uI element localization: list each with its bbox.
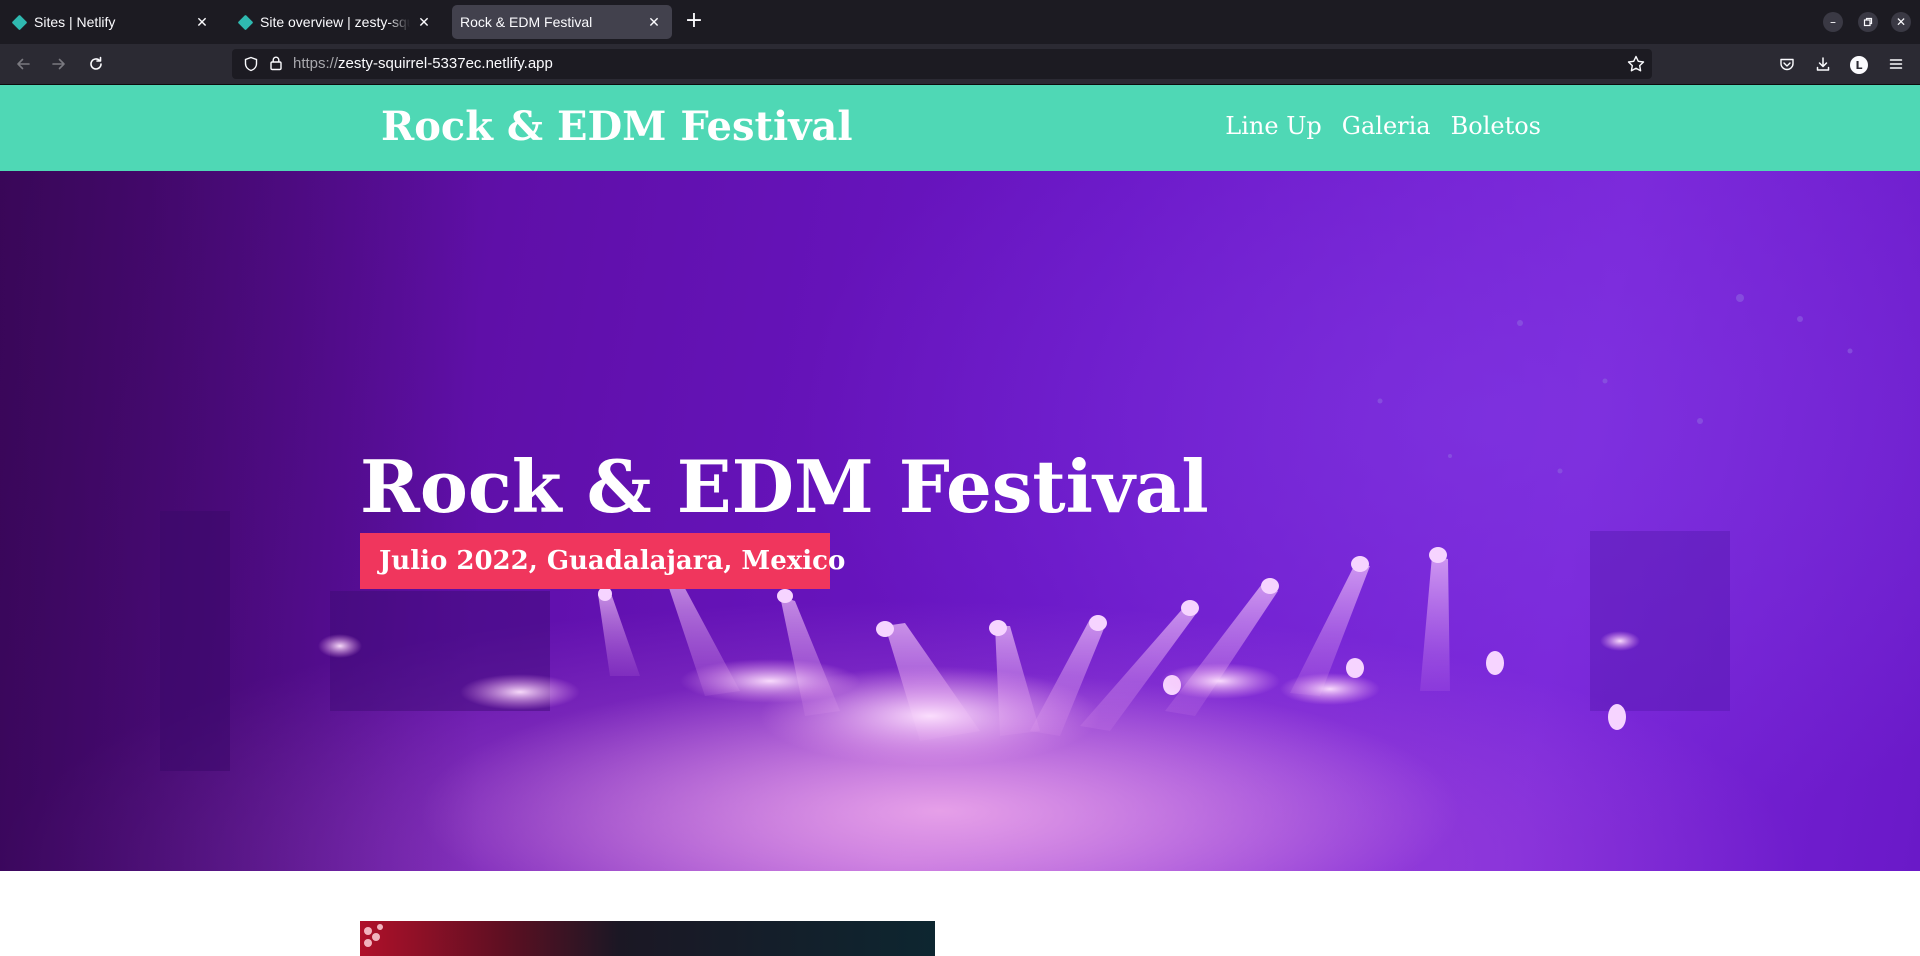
pocket-icon[interactable] — [1776, 53, 1798, 75]
close-tab-icon[interactable]: ✕ — [194, 14, 210, 30]
close-window-icon[interactable]: ✕ — [1891, 12, 1911, 32]
url-host: zesty-squirrel-5337ec.netlify.app — [338, 55, 553, 72]
netlify-favicon-icon — [237, 14, 254, 30]
tab-sites-netlify[interactable]: Sites | Netlify ✕ — [2, 5, 220, 39]
new-tab-plus-icon[interactable]: + — [682, 10, 706, 34]
hero-date-location-badge: Julio 2022, Guadalajara, Mexico — [360, 533, 845, 589]
forward-arrow-icon[interactable] — [48, 53, 70, 75]
bookmark-star-icon[interactable] — [1626, 54, 1646, 74]
reload-icon[interactable] — [85, 53, 107, 75]
site-header: Rock & EDM Festival Line Up Galeria Bole… — [0, 85, 1920, 171]
site-navigation: Line Up Galeria Boletos — [1225, 112, 1541, 140]
restore-window-icon[interactable] — [1858, 12, 1878, 32]
nav-link-galeria[interactable]: Galeria — [1342, 112, 1431, 140]
downloads-icon[interactable] — [1812, 53, 1834, 75]
tab-title: Sites | Netlify — [34, 14, 116, 30]
tab-title: Site overview | zesty-squirrel — [260, 14, 410, 30]
nav-link-boletos[interactable]: Boletos — [1451, 112, 1541, 140]
back-arrow-icon[interactable] — [12, 53, 34, 75]
hamburger-menu-icon[interactable] — [1885, 53, 1907, 75]
close-tab-icon[interactable]: ✕ — [416, 14, 432, 30]
account-avatar[interactable]: L — [1850, 56, 1868, 74]
tab-strip: Sites | Netlify ✕ Site overview | zesty-… — [0, 0, 1920, 44]
hero-title: Rock & EDM Festival — [360, 444, 1209, 529]
lineup-thumbnail-image — [360, 921, 935, 956]
nav-link-line-up[interactable]: Line Up — [1225, 112, 1322, 140]
tab-site-overview[interactable]: Site overview | zesty-squirrel ✕ — [228, 5, 442, 39]
url-text[interactable]: https://zesty-squirrel-5337ec.netlify.ap… — [293, 55, 553, 72]
tab-title: Rock & EDM Festival — [460, 14, 593, 30]
close-tab-icon[interactable]: ✕ — [646, 14, 662, 30]
hero-subtitle: Julio 2022, Guadalajara, Mexico — [379, 546, 846, 576]
url-scheme: https:// — [293, 55, 339, 72]
page-viewport: Rock & EDM Festival Line Up Galeria Bole… — [0, 85, 1920, 956]
netlify-favicon-icon — [11, 14, 28, 30]
navigation-toolbar: https://zesty-squirrel-5337ec.netlify.ap… — [0, 44, 1920, 85]
tracking-protection-shield-icon[interactable] — [243, 56, 259, 72]
site-logo[interactable]: Rock & EDM Festival — [381, 103, 853, 150]
address-bar[interactable]: https://zesty-squirrel-5337ec.netlify.ap… — [232, 49, 1652, 79]
lock-icon[interactable] — [268, 55, 284, 71]
minimize-window-icon[interactable]: – — [1823, 12, 1843, 32]
hero-banner: Rock & EDM Festival Julio 2022, Guadalaj… — [0, 171, 1920, 871]
tab-rock-edm-festival[interactable]: Rock & EDM Festival ✕ — [452, 5, 672, 39]
